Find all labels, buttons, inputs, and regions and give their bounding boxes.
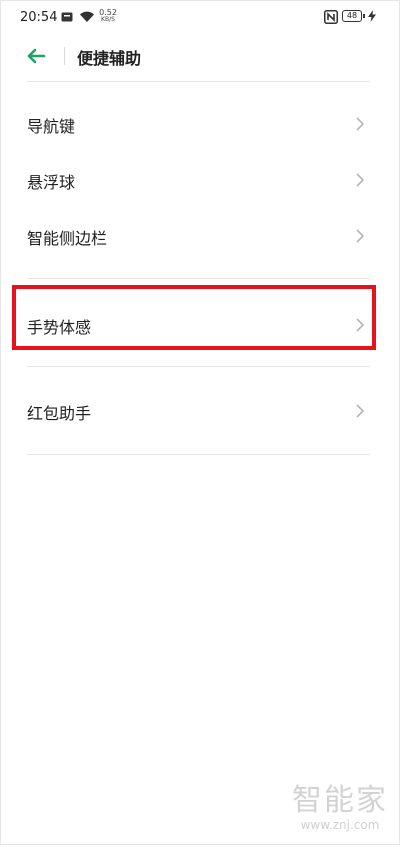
menu-item-label: 红包助手 [27, 404, 92, 423]
menu-item-label: 导航键 [27, 117, 76, 136]
watermark-url: www.znj.com [300, 818, 380, 832]
menu-item-smart-sidebar[interactable]: 智能侧边栏 [0, 208, 400, 264]
menu-item-gestures-motion[interactable]: 手势体感 [0, 297, 400, 353]
arrow-left-icon [27, 48, 46, 64]
network-speed: 0.52 KB/S [98, 8, 118, 24]
chevron-right-icon [356, 229, 365, 243]
network-speed-unit: KB/S [101, 16, 115, 23]
header: 便捷辅助 [0, 34, 400, 78]
chevron-right-icon [356, 173, 365, 187]
status-bar: 20:54 0.52 KB/S 48 [0, 0, 400, 34]
menu-item-label: 手势体感 [27, 318, 92, 337]
nfc-icon [324, 10, 338, 24]
section-divider [27, 366, 370, 367]
chevron-right-icon [356, 404, 365, 418]
header-divider-line [27, 81, 370, 82]
chevron-right-icon [356, 117, 365, 131]
battery-icon: 48 [342, 10, 365, 22]
menu-item-label: 悬浮球 [27, 173, 76, 192]
page-title: 便捷辅助 [77, 49, 142, 68]
menu-item-red-packet-assistant[interactable]: 红包助手 [0, 383, 400, 439]
back-button[interactable] [22, 42, 50, 70]
chevron-right-icon [356, 318, 365, 332]
battery-level: 48 [346, 11, 358, 20]
section-divider [27, 454, 370, 455]
charging-icon [368, 10, 376, 22]
menu-item-floating-ball[interactable]: 悬浮球 [0, 152, 400, 208]
section-divider [27, 278, 370, 279]
message-icon [61, 12, 73, 22]
menu-item-navigation-keys[interactable]: 导航键 [0, 96, 400, 152]
wifi-icon [80, 11, 94, 22]
menu-item-label: 智能侧边栏 [27, 229, 108, 248]
watermark-logo: 智能家 [292, 783, 388, 818]
network-speed-value: 0.52 [99, 8, 117, 17]
watermark: 智能家 www.znj.com [286, 783, 394, 833]
status-time: 20:54 [20, 10, 58, 25]
header-divider [64, 47, 65, 65]
